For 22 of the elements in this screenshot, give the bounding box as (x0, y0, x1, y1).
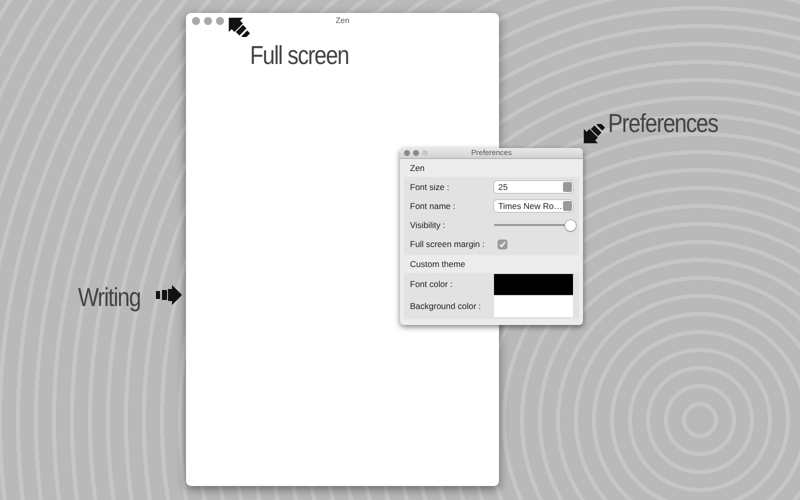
field-label: Font name : (410, 200, 456, 213)
field-label: Full screen margin : (410, 238, 486, 251)
field-label: Visibility : (410, 218, 446, 232)
section-title: Custom theme (410, 258, 466, 269)
stepper-arrows-icon[interactable] (563, 182, 572, 192)
checkbox[interactable] (498, 240, 507, 249)
section-title: Zen (410, 163, 425, 173)
color-well[interactable] (494, 274, 573, 295)
annotation-label: Full screen (250, 39, 349, 72)
field-label: Font color : (410, 278, 454, 291)
annotation-label: Preferences (608, 107, 718, 140)
font-popup-button[interactable]: Times New Ro… (494, 200, 573, 212)
window-close-button[interactable] (404, 150, 410, 156)
popup-arrows-icon[interactable] (563, 201, 572, 212)
field-label: Font size : (410, 180, 450, 194)
arrow-icon (155, 285, 183, 305)
number-stepper[interactable]: 25 (494, 181, 573, 194)
window-minimize-button[interactable] (413, 150, 419, 156)
annotation-label: Writing (78, 281, 140, 314)
window-title: Zen (336, 15, 350, 27)
field-label: Background color : (410, 300, 482, 313)
color-well[interactable] (494, 296, 573, 317)
